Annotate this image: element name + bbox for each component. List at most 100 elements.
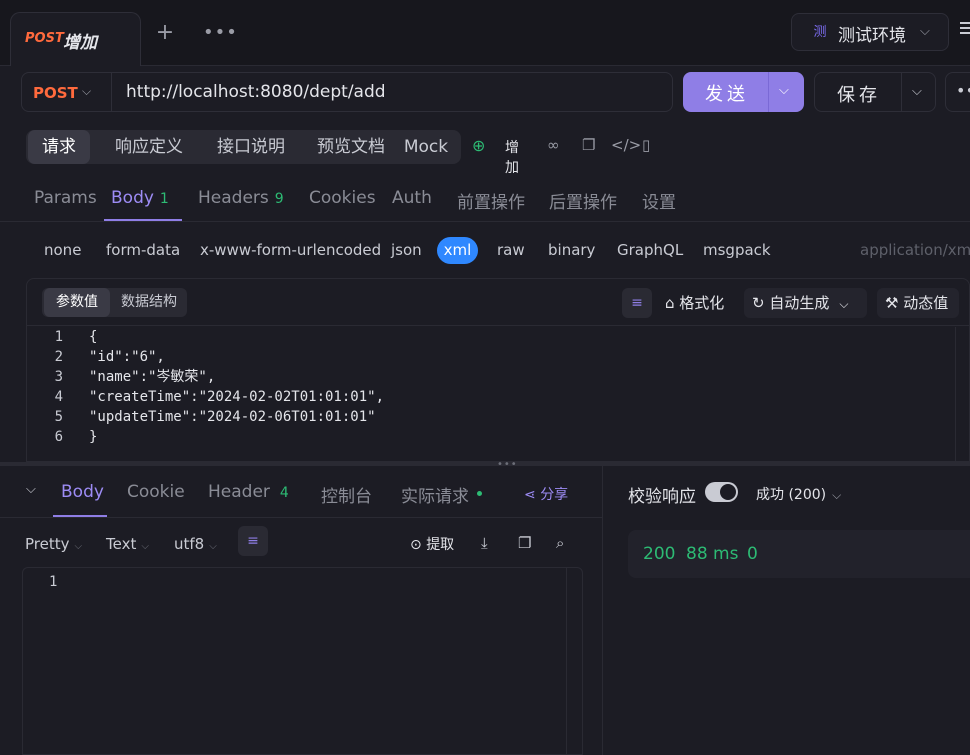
tab-auth[interactable]: Auth — [392, 188, 432, 208]
tab-actual-request[interactable]: 实际请求 — [401, 482, 482, 507]
panel-icon[interactable]: ▯ — [642, 136, 650, 154]
body-type-raw[interactable]: raw — [497, 241, 525, 259]
status-select[interactable]: 成功 (200) ⌵ — [756, 484, 841, 504]
encoding-label: utf8 — [174, 535, 205, 553]
share-icon: ⋖ — [524, 487, 541, 503]
status-label: 成功 (200) — [756, 487, 827, 503]
status-code: 200 — [643, 544, 676, 564]
tab-response-definition[interactable]: 响应定义 — [94, 130, 204, 164]
auto-generate-label: 自动生成 — [769, 294, 830, 312]
magic-wand-icon: ⚒ — [885, 294, 904, 312]
tab-param-values[interactable]: 参数值 — [44, 288, 110, 317]
status-dot — [477, 491, 482, 496]
divider — [768, 72, 769, 112]
tab-params[interactable]: Params — [34, 188, 97, 208]
line-number: 5 — [54, 409, 63, 425]
more-horizontal-icon[interactable]: ••• — [203, 22, 238, 43]
plus-icon[interactable]: + — [155, 22, 175, 44]
more-horizontal-icon[interactable]: ••• — [945, 72, 970, 112]
encoding-select[interactable]: utf8 ⌵ — [174, 535, 217, 553]
tab-request[interactable]: 请求 — [28, 130, 90, 164]
validate-response-label: 校验响应 — [628, 487, 696, 507]
line-number: 2 — [54, 349, 63, 365]
body-type-form-data[interactable]: form-data — [106, 241, 180, 259]
environment-icon: 测 — [813, 25, 827, 40]
url-input[interactable] — [126, 82, 666, 102]
body-type-none[interactable]: none — [44, 241, 81, 259]
pretty-select[interactable]: Pretty ⌵ — [25, 535, 82, 553]
share-label: 分享 — [540, 487, 569, 503]
tab-post-processors[interactable]: 后置操作 — [549, 188, 617, 213]
extract-icon: ⊙ — [410, 537, 427, 553]
tab-headers[interactable]: Headers 9 — [198, 188, 284, 208]
body-count-badge: 1 — [159, 191, 169, 207]
body-type-xml[interactable]: xml — [437, 237, 478, 264]
tab-pre-processors[interactable]: 前置操作 — [457, 188, 525, 213]
copy-icon[interactable]: ❐ — [582, 136, 595, 154]
chevron-down-icon: ⌵ — [920, 24, 930, 39]
tab-preview-doc[interactable]: 预览文档 — [296, 130, 406, 164]
environment-select[interactable]: 测 测试环境 ⌵ — [791, 13, 949, 51]
code-area[interactable]: 1{ 2 "id":"6", 3 "name":"岑敏荣", 4 "createTim… — [27, 327, 955, 447]
tab-cookies[interactable]: Cookies — [309, 188, 376, 208]
extract-button[interactable]: ⊙ 提取 — [410, 534, 454, 554]
tab-data-schema[interactable]: 数据结构 — [114, 288, 184, 317]
wrap-lines-icon[interactable]: ≡ — [622, 288, 652, 318]
validate-toggle[interactable] — [705, 482, 738, 502]
code-icon[interactable]: </> — [611, 136, 641, 154]
line-number: 6 — [54, 429, 63, 445]
refresh-icon: ↻ — [752, 294, 770, 312]
tab-response-body[interactable]: Body — [61, 482, 104, 502]
dynamic-value-label: 动态值 — [903, 294, 949, 312]
tab-console[interactable]: 控制台 — [321, 482, 372, 507]
copy-icon[interactable]: ❐ — [518, 534, 531, 552]
tab-mock[interactable]: Mock — [396, 130, 456, 164]
request-section-tabs: Params Body 1 Headers 9 Cookies Auth 前置操作 … — [0, 178, 970, 222]
response-size: 0 — [747, 544, 758, 564]
code-line: 5 "updateTime":"2024-02-06T01:01:01" — [27, 407, 955, 427]
api-name[interactable]: 增加 — [505, 137, 519, 177]
tab-response-header[interactable]: Header 4 — [208, 482, 289, 502]
body-type-binary[interactable]: binary — [548, 241, 595, 259]
text-format-select[interactable]: Text ⌵ — [106, 535, 149, 553]
chevron-down-icon[interactable]: ⌵ — [912, 84, 922, 99]
auto-generate-button[interactable]: ↻ 自动生成 ⌵ — [744, 288, 867, 318]
tab-api-description[interactable]: 接口说明 — [196, 130, 306, 164]
chevron-down-icon: ⌵ — [209, 541, 217, 552]
chevron-down-icon: ⌵ — [832, 488, 842, 502]
chevron-down-icon[interactable]: ⌵ — [779, 83, 789, 98]
save-label: 保存 — [837, 85, 881, 106]
chevron-down-icon[interactable]: ⌵ — [839, 297, 848, 311]
method-label: POST — [33, 84, 78, 102]
body-type-msgpack[interactable]: msgpack — [703, 241, 771, 259]
format-icon: ⌂ — [665, 294, 680, 312]
search-icon[interactable]: ⌕ — [556, 534, 564, 552]
menu-icon[interactable] — [960, 22, 970, 37]
body-type-urlencoded[interactable]: x-www-form-urlencoded — [200, 241, 381, 259]
tab-settings[interactable]: 设置 — [642, 188, 676, 213]
response-body-viewer[interactable]: 1 — [22, 567, 583, 755]
response-scrollbar[interactable] — [566, 568, 567, 755]
url-bar: POST ⌵ — [21, 72, 673, 112]
body-type-json[interactable]: json — [391, 241, 422, 259]
link-icon[interactable]: ∞ — [547, 136, 560, 154]
tab-body[interactable]: Body 1 — [111, 188, 169, 208]
wrap-lines-icon[interactable]: ≡ — [238, 526, 268, 556]
editor-scrollbar[interactable] — [955, 327, 956, 463]
code-line: 4 "createTime":"2024-02-02T01:01:01", — [27, 387, 955, 407]
request-mode-tabs: 请求 响应定义 接口说明 预览文档 Mock — [26, 130, 461, 164]
tab-response-cookie[interactable]: Cookie — [127, 482, 185, 502]
format-label: 格式化 — [679, 294, 725, 312]
body-type-graphql[interactable]: GraphQL — [617, 241, 683, 259]
send-button[interactable]: 发送 ⌵ — [683, 72, 804, 112]
line-content: "name":"岑敏荣", — [89, 369, 216, 385]
chevron-down-icon[interactable]: ⌵ — [26, 482, 36, 497]
request-tab[interactable]: POST 增加 — [10, 12, 141, 66]
format-button[interactable]: ⌂ 格式化 — [665, 292, 724, 313]
dynamic-value-button[interactable]: ⚒ 动态值 — [877, 288, 959, 318]
share-button[interactable]: ⋖ 分享 — [524, 484, 568, 504]
download-icon[interactable]: ⤓ — [481, 534, 488, 552]
save-button[interactable]: 保存 ⌵ — [814, 72, 936, 112]
globe-icon[interactable]: ⊕ — [472, 136, 485, 155]
method-select[interactable]: POST ⌵ — [22, 73, 112, 111]
